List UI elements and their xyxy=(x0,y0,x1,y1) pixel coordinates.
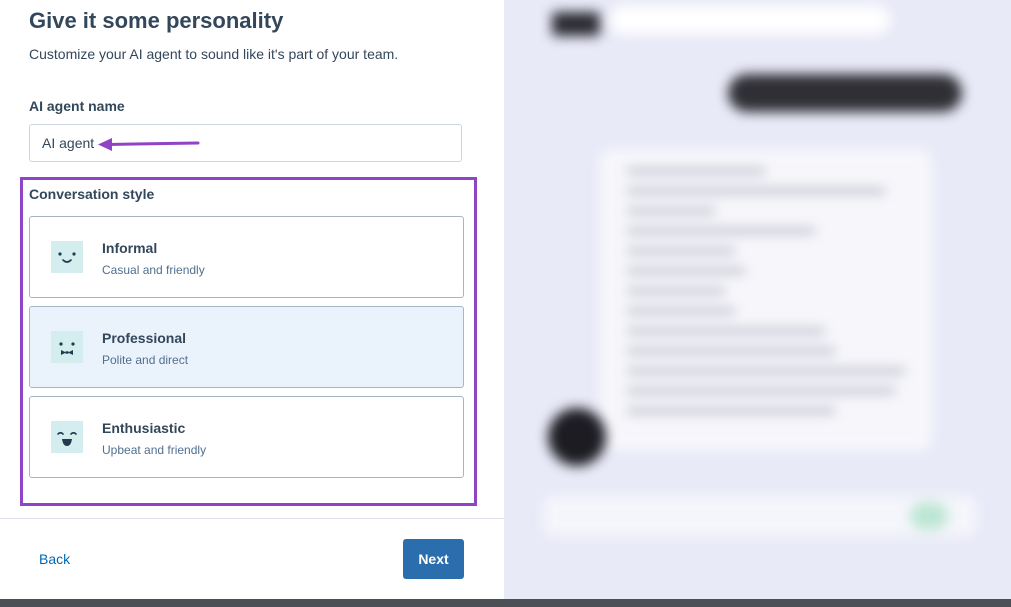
agent-name-input[interactable] xyxy=(29,124,462,162)
bottom-bar xyxy=(0,599,1011,607)
next-button[interactable]: Next xyxy=(403,539,464,579)
bowtie-face-icon xyxy=(51,331,83,363)
option-title: Informal xyxy=(102,240,158,256)
option-description: Casual and friendly xyxy=(102,263,205,277)
option-description: Upbeat and friendly xyxy=(102,443,207,457)
option-title: Professional xyxy=(102,330,187,346)
smiling-face-icon xyxy=(51,241,83,273)
preview-agent-response xyxy=(600,150,932,450)
annotation-arrow-icon xyxy=(98,138,200,151)
preview-user-message xyxy=(728,74,962,112)
preview-message-bubble xyxy=(610,6,890,34)
option-description: Polite and direct xyxy=(102,353,189,367)
preview-avatar xyxy=(552,12,600,36)
page-title: Give it some personality xyxy=(29,8,284,33)
setup-panel: Give it some personality Customize your … xyxy=(0,0,504,599)
footer-divider xyxy=(0,518,504,519)
chat-preview-panel xyxy=(504,0,1011,599)
agent-name-label: AI agent name xyxy=(29,98,125,114)
style-option-enthusiastic[interactable]: Enthusiastic Upbeat and friendly xyxy=(29,396,464,478)
preview-send-icon xyxy=(910,502,948,530)
style-option-professional[interactable]: Professional Polite and direct xyxy=(29,306,464,388)
back-button[interactable]: Back xyxy=(39,551,70,567)
page-subtitle: Customize your AI agent to sound like it… xyxy=(29,46,399,62)
style-option-informal[interactable]: Informal Casual and friendly xyxy=(29,216,464,298)
preview-agent-avatar xyxy=(548,408,606,466)
grinning-face-icon xyxy=(51,421,83,453)
option-title: Enthusiastic xyxy=(102,420,186,436)
conversation-style-label: Conversation style xyxy=(29,186,155,202)
